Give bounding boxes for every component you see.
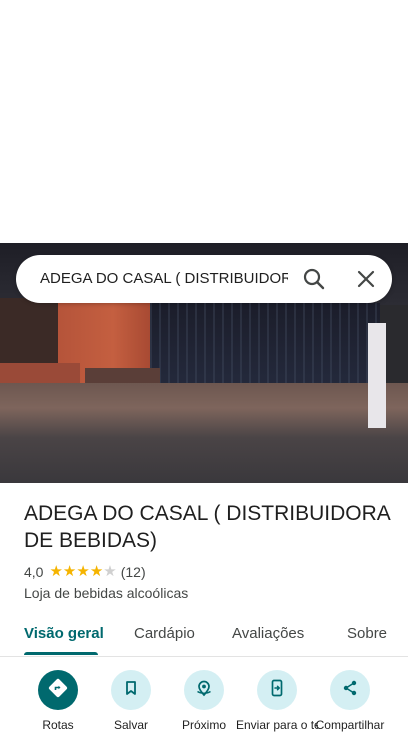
star-filled-icon: ★: [62, 563, 77, 580]
nearby-icon: [194, 678, 214, 703]
search-input[interactable]: ADEGA DO CASAL ( DISTRIBUIDORA DE BEBIDA…: [40, 269, 288, 289]
map-blank-area: [0, 0, 408, 243]
close-icon[interactable]: [352, 265, 380, 293]
search-icon[interactable]: [300, 265, 328, 293]
search-bar[interactable]: ADEGA DO CASAL ( DISTRIBUIDORA DE BEBIDA…: [16, 255, 392, 303]
rating-row[interactable]: 4,0 ★ ★ ★ ★ ★ (12): [24, 563, 146, 581]
save-label: Salvar: [113, 718, 148, 732]
active-tab-indicator: [24, 652, 98, 655]
tab-menu[interactable]: Cardápio: [134, 624, 195, 644]
star-filled-icon: ★: [76, 563, 90, 580]
send-to-phone-label: Enviar para o telefone: [236, 718, 318, 732]
place-title: ADEGA DO CASAL ( DISTRIBUIDORA DE BEBIDA…: [24, 502, 390, 552]
review-count[interactable]: (12): [121, 564, 146, 580]
tab-overview[interactable]: Visão geral: [24, 624, 104, 644]
star-empty-icon: ★: [103, 563, 117, 580]
nearby-label: Próximo: [181, 718, 226, 732]
directions-icon: [48, 678, 68, 703]
share-label: Compartilhar: [315, 718, 385, 732]
send-to-phone-icon: [267, 678, 287, 703]
rating-value: 4,0: [24, 564, 44, 580]
directions-label: Rotas: [42, 718, 74, 732]
tab-about[interactable]: Sobre: [347, 624, 387, 644]
action-buttons: Rotas Salvar Próximo Enviar para o telef…: [0, 668, 408, 732]
tab-reviews[interactable]: Avaliações: [232, 624, 304, 644]
bookmark-icon: [121, 678, 141, 703]
star-filled-icon: ★: [89, 563, 104, 580]
rating-stars: ★ ★ ★ ★ ★: [49, 564, 116, 580]
share-icon: [340, 678, 360, 703]
place-tabs: Visão geral Cardápio Avaliações Sobre: [0, 614, 408, 657]
place-category[interactable]: Loja de bebidas alcoólicas: [24, 584, 188, 602]
star-filled-icon: ★: [49, 563, 63, 580]
